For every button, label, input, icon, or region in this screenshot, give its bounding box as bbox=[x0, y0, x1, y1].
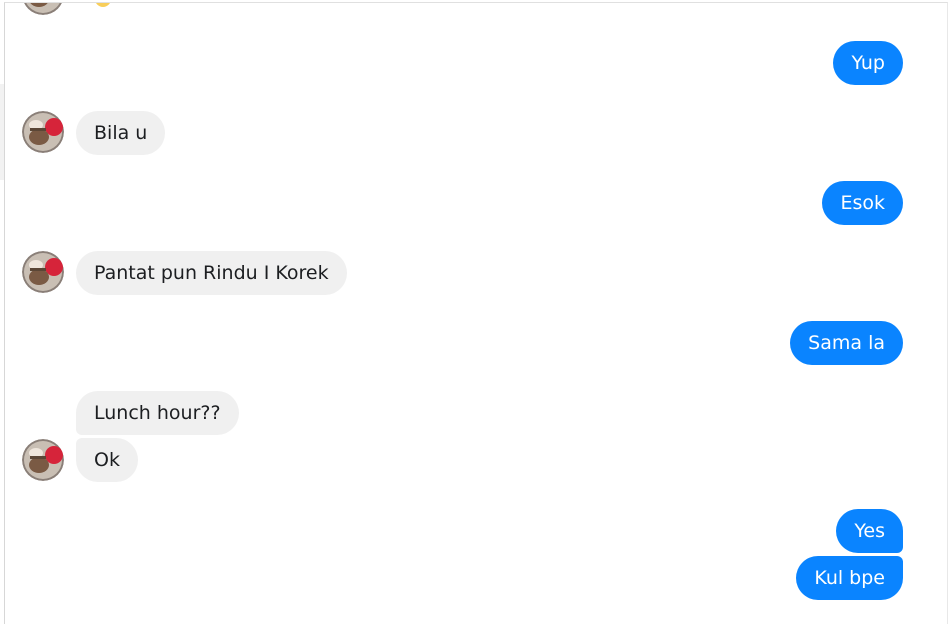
contact-avatar-icon[interactable] bbox=[22, 3, 64, 15]
outgoing-message[interactable]: Yup bbox=[833, 41, 903, 85]
incoming-message[interactable]: Pantat pun Rindu I Korek bbox=[76, 251, 347, 295]
outgoing-message[interactable]: Kul bpe bbox=[796, 556, 903, 600]
outgoing-message[interactable]: Esok bbox=[822, 181, 903, 225]
chat-message-list[interactable]: Yup Bila u Esok Pantat pun Rindu I Korek… bbox=[4, 2, 948, 624]
incoming-message[interactable]: Bila u bbox=[76, 111, 166, 155]
contact-avatar-icon[interactable] bbox=[22, 439, 64, 481]
outgoing-message[interactable]: Yes bbox=[836, 509, 903, 553]
incoming-message[interactable]: Lunch hour?? bbox=[76, 391, 239, 435]
incoming-message[interactable]: Ok bbox=[76, 438, 138, 482]
outgoing-message[interactable]: Sama la bbox=[790, 321, 903, 365]
emoji-reaction-icon bbox=[95, 3, 111, 7]
contact-avatar-icon[interactable] bbox=[22, 111, 64, 153]
contact-avatar-icon[interactable] bbox=[22, 251, 64, 293]
